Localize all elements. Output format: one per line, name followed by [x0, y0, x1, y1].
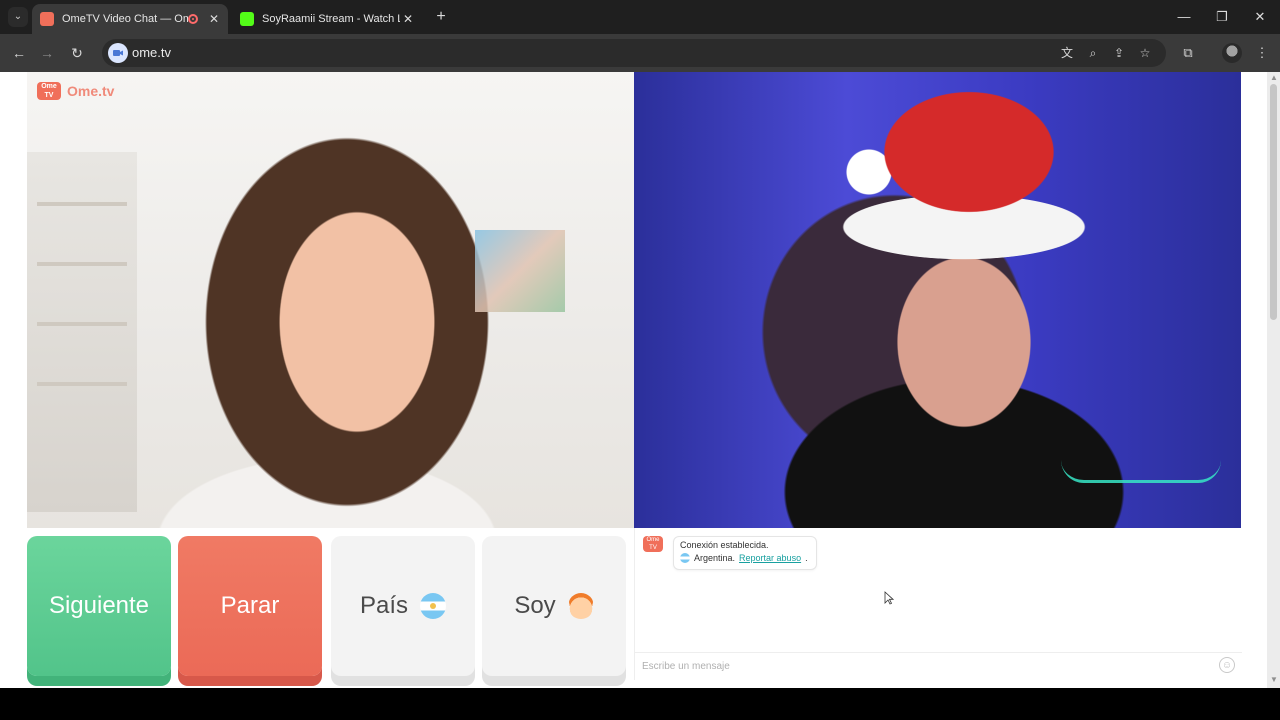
shelf-row	[37, 262, 127, 266]
ometv-tv-icon: Ome TV	[37, 82, 61, 100]
tab-title: SoyRaamii Stream - Watch Live	[262, 13, 400, 25]
next-button-label: Siguiente	[48, 592, 150, 619]
browser-tab-strip: ⌄ OmeTV Video Chat — Ome ✕ SoyRaamii Str…	[0, 0, 1280, 34]
stop-button-label: Parar	[220, 592, 280, 619]
country-button[interactable]: País	[331, 536, 475, 676]
close-window-icon[interactable]: ✕	[1246, 6, 1274, 28]
minimize-icon[interactable]: —	[1170, 6, 1198, 28]
page-scrollbar[interactable]: ▲ ▼	[1267, 72, 1280, 688]
shelf-row	[37, 202, 127, 206]
scroll-down-icon[interactable]: ▼	[1270, 676, 1278, 684]
site-info-icon[interactable]	[108, 43, 128, 63]
forward-arrow-icon[interactable]: →	[36, 42, 58, 64]
tab-title: OmeTV Video Chat — Ome	[62, 13, 188, 25]
translate-icon[interactable]: 文	[1058, 44, 1076, 62]
ometv-favicon-icon	[40, 12, 54, 26]
address-bar[interactable]: ome.tv 文 ⌕ ⇪ ☆	[102, 39, 1166, 67]
gender-button[interactable]: Soy	[482, 536, 626, 676]
boy-face-icon	[567, 593, 594, 619]
install-icon[interactable]: ⇪	[1110, 44, 1128, 62]
tab-ometv[interactable]: OmeTV Video Chat — Ome ✕	[32, 4, 228, 34]
local-video: Ome TV Ome.tv	[27, 72, 634, 528]
mouse-cursor-icon	[884, 591, 894, 605]
emoji-icon[interactable]: ☺	[1219, 657, 1235, 673]
wall-photos	[475, 230, 565, 312]
stop-button[interactable]: Parar	[178, 536, 322, 676]
connection-status-text: Conexión establecida.	[680, 540, 769, 550]
shelf	[27, 152, 137, 512]
kick-favicon-icon	[240, 12, 254, 26]
next-button[interactable]: Siguiente	[27, 536, 171, 676]
url-text: ome.tv	[132, 45, 172, 60]
report-abuse-link[interactable]: Reportar abuso	[739, 553, 801, 563]
ometv-small-logo-icon: Ome TV	[643, 536, 663, 552]
country-button-label: País	[359, 592, 409, 619]
scrollbar-thumb[interactable]	[1270, 84, 1277, 320]
system-message: Conexión establecida. Argentina. Reporta…	[673, 536, 817, 570]
restore-icon[interactable]: ❐	[1208, 6, 1236, 28]
zoom-icon[interactable]: ⌕	[1084, 44, 1102, 62]
argentina-flag-icon	[420, 593, 447, 619]
neon-light	[1061, 460, 1221, 483]
remote-video	[634, 72, 1241, 528]
avatar[interactable]	[1222, 43, 1242, 63]
browser-toolbar: ← → ↻ ome.tv 文 ⌕ ⇪ ☆ ⧉ ⋮	[0, 34, 1280, 72]
shelf-row	[37, 322, 127, 326]
country-line: Argentina. Reportar abuso .	[680, 553, 810, 563]
back-arrow-icon[interactable]: ←	[8, 42, 30, 64]
shelf-row	[37, 382, 127, 386]
scroll-up-icon[interactable]: ▲	[1270, 74, 1278, 82]
puzzle-icon[interactable]: ⧉	[1178, 43, 1198, 63]
chat-panel: Ome TV Conexión establecida. Argentina. …	[634, 528, 1242, 680]
recording-icon	[188, 14, 198, 24]
tab-soyraamii[interactable]: SoyRaamii Stream - Watch Live ✕	[232, 4, 422, 34]
report-suffix: .	[805, 553, 808, 563]
ometv-logo: Ome TV Ome.tv	[37, 82, 114, 100]
close-tab-icon[interactable]: ✕	[206, 12, 222, 26]
gender-button-label: Soy	[514, 592, 556, 619]
kebab-menu-icon[interactable]: ⋮	[1252, 43, 1272, 63]
message-input[interactable]	[635, 653, 1204, 679]
close-tab-icon[interactable]: ✕	[400, 12, 416, 26]
country-name: Argentina.	[694, 553, 736, 563]
argentina-flag-icon	[680, 553, 690, 563]
star-icon[interactable]: ☆	[1136, 44, 1154, 62]
reload-icon[interactable]: ↻	[66, 42, 88, 64]
message-input-bar: ☺	[635, 652, 1242, 679]
chevron-down-icon[interactable]: ⌄	[8, 7, 28, 27]
new-tab-plus-icon[interactable]: +	[430, 7, 452, 29]
ometv-logo-text: Ome.tv	[67, 83, 115, 99]
